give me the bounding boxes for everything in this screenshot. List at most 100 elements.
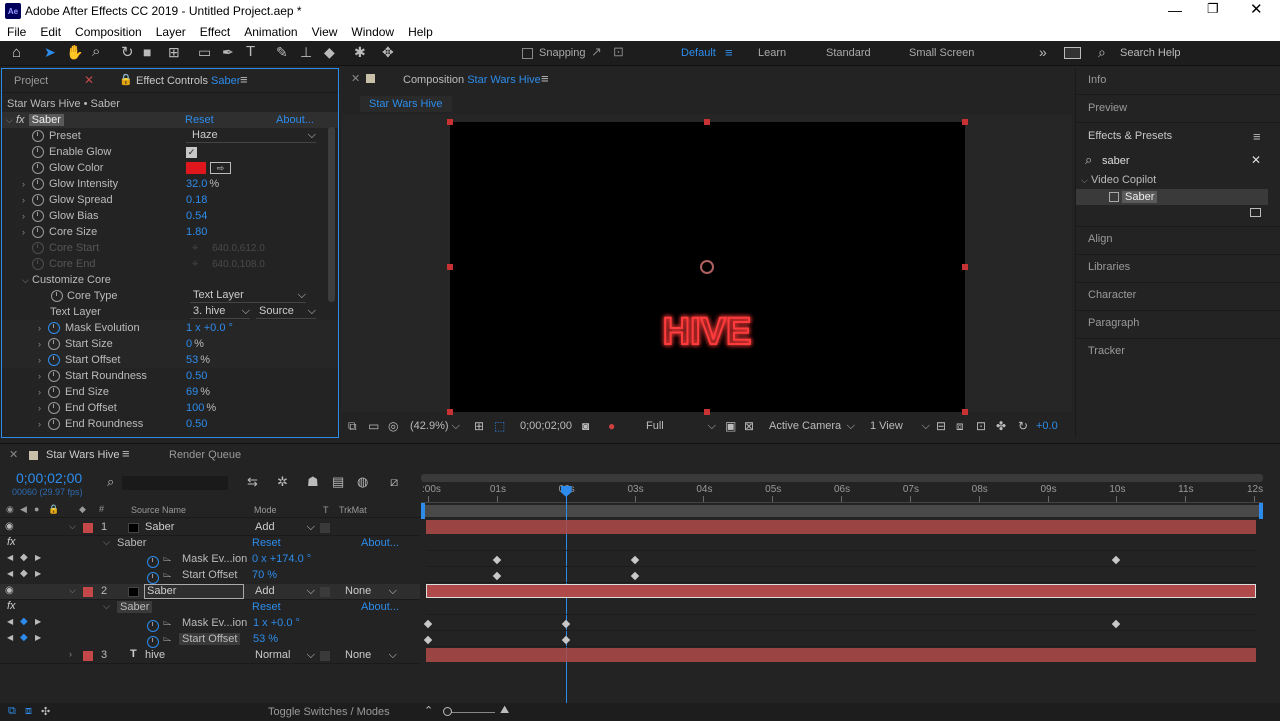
layer-label-color[interactable] xyxy=(83,651,93,661)
zoom-in-icon[interactable]: ⛰ xyxy=(500,704,509,717)
stopwatch-icon[interactable] xyxy=(48,370,60,382)
timeline-effect-reset[interactable]: Reset xyxy=(252,601,281,613)
comp-flowchart-tab[interactable]: Star Wars Hive xyxy=(360,96,452,112)
timeline-tab[interactable]: Star Wars Hive xyxy=(46,449,120,461)
menu-animation[interactable]: Animation xyxy=(244,25,297,39)
layer-mode-dropdown[interactable]: Add ⌵ xyxy=(255,521,315,534)
stopwatch-icon[interactable] xyxy=(32,226,44,238)
sync-settings-icon[interactable] xyxy=(1064,47,1081,59)
type-tool-icon[interactable]: T xyxy=(246,43,255,60)
menu-help[interactable]: Help xyxy=(408,25,433,39)
stopwatch-icon[interactable] xyxy=(48,402,60,414)
fx-icon[interactable]: fx xyxy=(16,114,25,126)
comp-lock-icon[interactable] xyxy=(366,74,375,83)
fx-icon[interactable]: fx xyxy=(7,600,16,612)
menu-window[interactable]: Window xyxy=(351,25,394,39)
stopwatch-icon[interactable] xyxy=(48,354,60,366)
camera-dropdown[interactable]: Active Camera ⌵ xyxy=(769,420,855,433)
effect-expand-icon[interactable]: ⌵ xyxy=(103,601,110,612)
zoom-tool-icon[interactable]: ⌕ xyxy=(92,43,100,60)
expand-arrow-icon[interactable]: › xyxy=(38,355,48,365)
expand-arrow-icon[interactable]: › xyxy=(38,387,48,397)
graph-editor-icon[interactable]: ⧄ xyxy=(390,474,398,490)
layer-search-input[interactable] xyxy=(122,476,228,490)
layer-expand-icon[interactable]: ⌵ xyxy=(69,521,76,532)
property-label[interactable]: Mask Ev...ion xyxy=(182,553,247,565)
ec-prop-value[interactable]: 1.80 xyxy=(186,226,207,238)
search-help-icon[interactable]: ⌕ xyxy=(1098,44,1106,61)
selection-tool-icon[interactable]: ➤ xyxy=(44,44,56,61)
zoom-dropdown[interactable]: (42.9%) ⌵ xyxy=(410,420,460,433)
text-layer-dropdown[interactable]: 3. hive ⌵ xyxy=(190,305,250,319)
monitor-icon[interactable]: ▭ xyxy=(368,419,379,433)
next-keyframe-icon[interactable]: ▶ xyxy=(35,617,41,626)
core-prop-value[interactable]: 100 xyxy=(186,402,204,414)
layer-row[interactable]: ◉ ⌵ 1 Saber Add ⌵ xyxy=(0,520,420,536)
stopwatch-icon[interactable] xyxy=(147,572,159,584)
region-of-interest-icon[interactable]: ▣ xyxy=(725,419,736,433)
property-value[interactable]: 0 x +174.0 ° xyxy=(252,553,311,565)
stopwatch-icon[interactable] xyxy=(147,636,159,648)
anchor-point-icon[interactable] xyxy=(700,260,714,274)
expand-arrow-icon[interactable]: › xyxy=(38,323,48,333)
menu-effect[interactable]: Effect xyxy=(200,25,230,39)
expand-arrow-icon[interactable]: › xyxy=(22,179,32,189)
add-keyframe-icon[interactable]: ◆ xyxy=(20,568,28,579)
property-value[interactable]: 70 % xyxy=(252,569,277,581)
timeline-effect-reset[interactable]: Reset xyxy=(252,537,281,549)
layer-mode-dropdown[interactable]: Add ⌵ xyxy=(255,585,315,598)
core-type-dropdown[interactable]: Text Layer ⌵ xyxy=(190,289,306,303)
new-bin-icon[interactable] xyxy=(1250,208,1261,217)
layer-expand-icon[interactable]: ⌵ xyxy=(69,585,76,596)
layer-duration-bar[interactable] xyxy=(426,648,1256,662)
layer-switches-icon[interactable]: ⧉ xyxy=(8,705,16,718)
graph-icon[interactable]: ⌳ xyxy=(163,632,172,645)
zoom-slider-thumb[interactable] xyxy=(443,707,452,716)
stopwatch-icon[interactable] xyxy=(51,290,63,302)
handle-bl[interactable] xyxy=(447,409,453,415)
right-section-character[interactable]: Character xyxy=(1088,289,1136,301)
layer-name[interactable]: Saber xyxy=(145,521,174,533)
layer-expand-icon[interactable]: › xyxy=(69,649,72,659)
close-timeline-icon[interactable]: ✕ xyxy=(9,448,18,461)
layer-label-color[interactable] xyxy=(83,587,93,597)
source-name-header[interactable]: Source Name xyxy=(131,505,186,515)
ec-scrollbar[interactable] xyxy=(328,127,335,302)
rotate-tool-icon[interactable]: ↻ xyxy=(121,43,134,61)
core-prop-value[interactable]: 69 xyxy=(186,386,198,398)
toggle-pixel-aspect-icon[interactable]: ⊟ xyxy=(936,419,946,433)
color-channel-icon[interactable]: ● xyxy=(608,419,615,433)
motion-blur-icon[interactable]: ◍ xyxy=(357,474,368,490)
render-queue-tab[interactable]: Render Queue xyxy=(169,449,241,461)
handle-tl[interactable] xyxy=(447,119,453,125)
layer-duration-bar[interactable] xyxy=(426,520,1256,534)
vr-icon[interactable]: ◎ xyxy=(388,419,398,433)
next-keyframe-icon[interactable]: ▶ xyxy=(35,633,41,642)
effects-presets-tab[interactable]: Effects & Presets xyxy=(1088,130,1172,142)
menu-file[interactable]: File xyxy=(7,25,26,39)
layer-search-icon[interactable]: ⌕ xyxy=(107,474,114,490)
stopwatch-icon[interactable] xyxy=(32,178,44,190)
effect-reset-link[interactable]: Reset xyxy=(185,114,214,126)
resolution-dropdown[interactable]: Full ⌵ xyxy=(646,420,716,433)
layer-trkmat-dropdown[interactable]: None ⌵ xyxy=(345,585,397,598)
comp-menu-icon[interactable]: ≡ xyxy=(541,71,549,86)
right-section-tracker[interactable]: Tracker xyxy=(1088,345,1125,357)
preset-dropdown[interactable]: Haze ⌵ xyxy=(186,129,316,143)
core-prop-value[interactable]: 53 xyxy=(186,354,198,366)
roto-brush-tool-icon[interactable]: ✱ xyxy=(354,44,366,61)
restore-icon[interactable]: ❐ xyxy=(1207,1,1219,17)
work-area-end[interactable] xyxy=(1259,503,1263,519)
snapping-checkbox[interactable] xyxy=(522,48,533,59)
stopwatch-icon[interactable] xyxy=(32,146,44,158)
expand-arrow-icon[interactable]: › xyxy=(38,419,48,429)
eyedropper-icon[interactable]: ⇨ xyxy=(210,162,231,174)
in-out-icon[interactable]: ✣ xyxy=(41,705,50,718)
handle-tr[interactable] xyxy=(962,119,968,125)
enable-glow-checkbox[interactable]: ✓ xyxy=(186,146,197,158)
stopwatch-icon[interactable] xyxy=(147,620,159,632)
tab-project[interactable]: Project xyxy=(14,75,48,87)
draft-3d-icon[interactable]: ✲ xyxy=(277,474,288,490)
timeline-effect-name[interactable]: Saber xyxy=(117,537,146,549)
timeline-icon[interactable]: ⊡ xyxy=(976,419,986,433)
